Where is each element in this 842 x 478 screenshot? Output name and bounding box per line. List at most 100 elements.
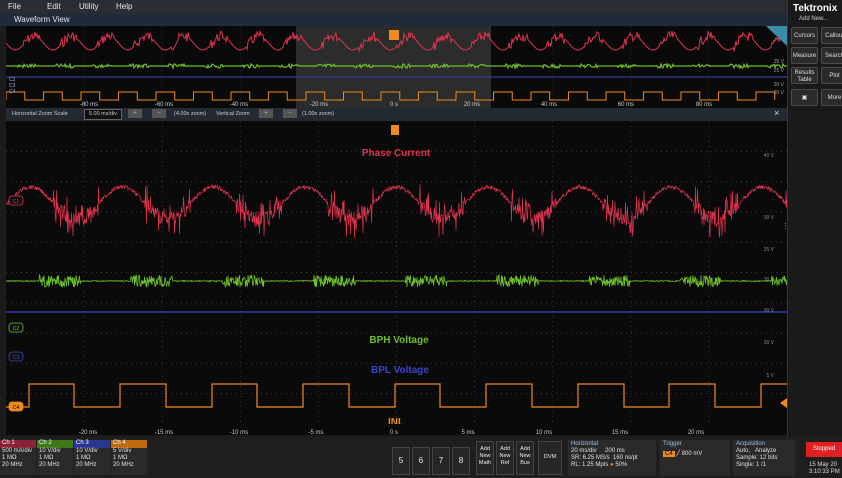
status-time: 3:10:33 PM xyxy=(809,469,840,475)
add-new-label: Add New... xyxy=(799,16,829,22)
zoom-waveform[interactable]: Phase Current BPH Voltage BPL Voltage INL 40… xyxy=(5,121,788,428)
ch3-bw: 20 MHz xyxy=(76,462,97,468)
channel-3-marker-label: C3 xyxy=(13,355,20,361)
acquisition-panel[interactable]: Acquisition Auto, Analyze Sample: 12 bit… xyxy=(733,440,795,476)
h-scale: 20 ms/div xyxy=(571,448,597,454)
zoom-tick-label: -5 ms xyxy=(309,430,324,436)
zoom-plus-button[interactable]: + xyxy=(128,109,142,118)
overview-scale-label: 35 V xyxy=(774,59,785,65)
annotation-bpl: BPL Voltage xyxy=(371,365,429,376)
ch4-bw: 20 MHz xyxy=(113,462,134,468)
zoom-scale-label: 30 V xyxy=(764,215,775,221)
zoom-tick-label: 20 ms xyxy=(688,430,704,436)
acq-mode: Auto, xyxy=(736,448,751,454)
menu-file[interactable]: File xyxy=(8,2,21,11)
channel-2-badge[interactable]: Ch 2 10 V/div 1 MΩ 20 MHz xyxy=(37,440,73,475)
overview-scale-label: 30 V xyxy=(774,90,785,96)
ch1-imp: 1 MΩ xyxy=(2,455,17,461)
overview-plot: -80 ms -60 ms -40 ms -20 ms 0 s 20 ms 40 ms 60 … xyxy=(5,26,788,108)
vertical-zoom-label: Vertical Zoom xyxy=(216,111,250,117)
acquisition-title: Acquisition xyxy=(736,441,766,447)
add-ref-button[interactable]: Add New Ref xyxy=(496,441,514,475)
camera-icon: ▣ xyxy=(801,95,808,101)
channel-4-badge[interactable]: Ch 45 V/div 1 MΩ 20 MHz xyxy=(111,440,147,475)
acq-analyze: Analyze xyxy=(755,448,777,454)
horizontal-zoom-label: Horizontal Zoom Scale xyxy=(12,111,68,117)
zoom-scale-label: 30 V xyxy=(764,277,775,283)
zoom-time-axis: -20 ms -15 ms -10 ms -5 ms 0 s 5 ms 10 ms 15 ms… xyxy=(6,424,787,436)
channel-2-marker-label: C2 xyxy=(13,326,20,332)
zoom-scale-label: 30 V xyxy=(764,308,775,314)
callout-button[interactable]: Callout xyxy=(821,27,842,44)
channel-3-badge[interactable]: Ch 3 10 V/div 1 MΩ 20 MHz xyxy=(74,440,110,475)
measure-button[interactable]: Measure xyxy=(791,47,818,64)
h-sample-rate: SR: 6.25 MS/s xyxy=(571,455,610,461)
menu-edit[interactable]: Edit xyxy=(47,2,61,11)
run-stop-status[interactable]: Stopped xyxy=(806,442,842,457)
menu-bar: File Edit Utility Help xyxy=(0,0,787,14)
menu-help[interactable]: Help xyxy=(116,2,132,11)
ch8-button[interactable]: 8 xyxy=(452,447,470,475)
overview-trigger-marker xyxy=(389,30,399,40)
cursors-button[interactable]: Cursors xyxy=(791,27,818,44)
ch1-name: Ch 1 xyxy=(0,440,36,448)
window-title: Waveform View xyxy=(14,15,70,24)
zoom-tick-label: 0 s xyxy=(390,430,398,436)
dvm-button[interactable]: DVM xyxy=(538,441,562,475)
ch7-button[interactable]: 7 xyxy=(432,447,450,475)
horizontal-zoom-input[interactable]: 5.00 ms/div xyxy=(84,109,122,120)
trigger-edge-icon: ╱ xyxy=(676,451,680,457)
annotation-bph: BPH Voltage xyxy=(369,335,429,346)
acq-sample: Sample: 12 bits xyxy=(736,455,778,461)
vzoom-minus-button[interactable]: − xyxy=(283,109,297,118)
vertical-zoom-factor: (1.00x zoom) xyxy=(302,111,335,117)
zoom-minus-button[interactable]: − xyxy=(152,109,166,118)
ch3-scale: 10 V/div xyxy=(76,448,98,454)
trigger-source: C4 xyxy=(663,451,675,457)
panel-handle-icon[interactable]: ⋮ xyxy=(782,222,789,230)
trigger-panel[interactable]: Trigger C4 ╱ 800 mV xyxy=(660,440,730,476)
ch2-scale: 10 V/div xyxy=(39,448,61,454)
tektronix-logo: Tektronix xyxy=(793,3,838,14)
overview-waveform[interactable]: -80 ms -60 ms -40 ms -20 ms 0 s 20 ms 40 ms 60 … xyxy=(5,26,788,108)
zoom-control-bar: Horizontal Zoom Scale 5.00 ms/div + − (4… xyxy=(6,108,787,121)
horizontal-panel[interactable]: Horizontal 20 ms/div 200 ms SR: 6.25 MS/… xyxy=(568,440,656,476)
channel-4-marker-label: C4 xyxy=(13,405,20,411)
add-bus-label: Add New Bus xyxy=(519,446,531,466)
add-ref-label: Add New Ref xyxy=(499,446,511,466)
overview-scale-label: 25 V xyxy=(774,68,785,74)
h-record-length: RL: 1.25 Mpts xyxy=(571,462,609,468)
ch4-scale: 5 V/div xyxy=(113,448,132,454)
h-duration: 200 ms xyxy=(605,448,625,454)
channel-1-badge[interactable]: Ch 1 500 mA/div 1 MΩ 20 MHz xyxy=(0,440,36,475)
overview-corner-icon xyxy=(766,26,787,46)
h-position: 50% xyxy=(615,462,628,468)
close-zoom-icon[interactable]: × xyxy=(774,108,779,118)
vzoom-plus-button[interactable]: + xyxy=(259,109,273,118)
menu-utility[interactable]: Utility xyxy=(79,2,99,11)
waveform-view-titlebar: Waveform View xyxy=(0,14,787,26)
annotation-phase: Phase Current xyxy=(362,148,431,159)
results-table-button[interactable]: Results Table xyxy=(791,67,818,84)
ch4-name: Ch 4 xyxy=(111,440,147,448)
right-side-panel: Tektronix Add New... Cursors Callout Mea… xyxy=(782,0,842,478)
add-bus-button[interactable]: Add New Bus xyxy=(516,441,534,475)
plot-button[interactable]: Plot xyxy=(821,67,842,84)
ch3-name: Ch 3 xyxy=(74,440,110,448)
trigger-position-icon: ● xyxy=(610,462,614,468)
horizontal-zoom-factor: (4.00x zoom) xyxy=(174,111,207,117)
zoom-trigger-marker xyxy=(391,125,399,135)
more-button[interactable]: More xyxy=(821,89,842,106)
ch4-imp: 1 MΩ xyxy=(113,455,128,461)
trigger-level: 800 mV xyxy=(681,451,703,457)
zoom-tick-label: -15 ms xyxy=(155,430,173,436)
acq-single: Single: 1 /1 xyxy=(736,462,767,468)
ch5-button[interactable]: 5 xyxy=(392,447,410,475)
add-math-button[interactable]: Add New Math xyxy=(476,441,494,475)
ch6-button[interactable]: 6 xyxy=(412,447,430,475)
zoom-tick-label: 5 ms xyxy=(461,430,474,436)
trigger-level-marker xyxy=(780,398,787,408)
search-button[interactable]: Search xyxy=(821,47,842,64)
screenshot-button[interactable]: ▣ xyxy=(791,89,818,106)
zoom-scale-label: 30 V xyxy=(764,340,775,346)
